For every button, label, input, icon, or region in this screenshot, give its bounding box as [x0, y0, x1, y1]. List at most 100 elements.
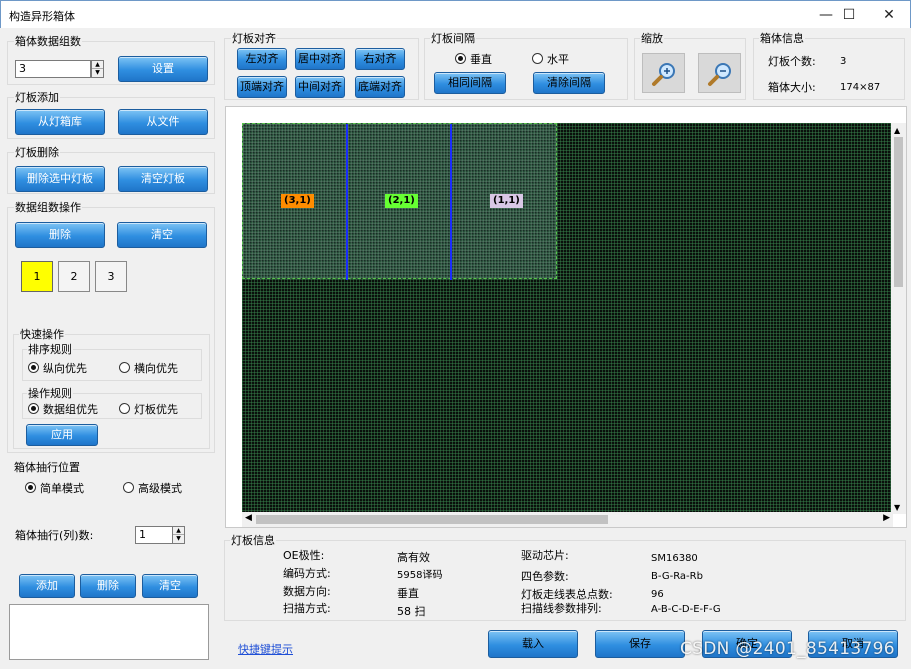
- align-middle-button[interactable]: 中间对齐: [295, 76, 345, 98]
- canvas-vertical-scrollbar[interactable]: ▲ ▼: [891, 123, 906, 514]
- box-size-value: 174×87: [840, 82, 881, 93]
- layout-canvas[interactable]: (3,1) (2,1) (1,1) ▲ ▼ ◀ ▶: [225, 106, 907, 528]
- panel-delete-group: 灯板删除 删除选中灯板 清空灯板: [7, 147, 215, 194]
- panel-label-1-1[interactable]: (1,1): [490, 194, 523, 208]
- op-panel-radio[interactable]: 灯板优先: [119, 403, 178, 417]
- box-data-group-title: 箱体数据组数: [14, 35, 82, 48]
- extract-clear-button[interactable]: 清空: [142, 574, 198, 598]
- scroll-thumb[interactable]: [256, 515, 608, 524]
- maximize-icon[interactable]: ☐: [827, 1, 871, 29]
- advanced-mode-label: 高级模式: [138, 482, 182, 495]
- oe-polarity-label: OE极性:: [283, 549, 325, 562]
- scroll-right-icon[interactable]: ▶: [883, 513, 890, 523]
- window-title: 构造异形箱体: [9, 10, 75, 23]
- extract-title: 箱体抽行位置: [13, 461, 81, 474]
- close-icon[interactable]: ✕: [867, 1, 911, 29]
- panel-divider: [450, 124, 452, 280]
- quick-ops-group: 快速操作 排序规则 纵向优先 横向优先 操作规则 数据组优先 灯板优先 应用: [13, 329, 210, 449]
- clear-panels-button[interactable]: 清空灯板: [118, 166, 208, 192]
- spacing-horizontal-label: 水平: [547, 53, 569, 66]
- from-file-button[interactable]: 从文件: [118, 109, 208, 135]
- scroll-up-icon[interactable]: ▲: [894, 126, 900, 135]
- panel-info-title: 灯板信息: [230, 534, 276, 547]
- panel-add-group: 灯板添加 从灯箱库 从文件: [7, 92, 215, 139]
- box-info-title: 箱体信息: [759, 32, 805, 45]
- panel-info-group: 灯板信息 OE极性: 高有效 编码方式: 5958译码 数据方向: 垂直 扫描方…: [224, 535, 906, 621]
- load-button[interactable]: 载入: [488, 630, 578, 658]
- data-group-ops: 数据组数操作 删除 清空 1 2 3 快速操作 排序规则 纵向优先 横向优先 操…: [7, 202, 215, 453]
- scroll-down-icon[interactable]: ▼: [894, 503, 900, 512]
- scroll-thumb[interactable]: [894, 137, 903, 287]
- encoding-value: 5958译码: [397, 570, 443, 581]
- op-data-group-radio[interactable]: 数据组优先: [28, 403, 98, 417]
- zoom-out-icon[interactable]: [698, 53, 741, 93]
- from-library-button[interactable]: 从灯箱库: [15, 109, 105, 135]
- box-data-group-stepper[interactable]: ▲ ▼: [91, 60, 104, 78]
- extract-rows-stepper[interactable]: ▲ ▼: [172, 526, 185, 544]
- box-size-label: 箱体大小:: [768, 81, 816, 94]
- extract-group: 箱体抽行位置 简单模式 高级模式 箱体抽行(列)数: 1 ▲ ▼ 添加 删除 清空: [7, 462, 215, 662]
- trace-points-value: 96: [651, 589, 664, 600]
- encoding-label: 编码方式:: [283, 567, 331, 580]
- spacing-group: 灯板间隔 垂直 水平 相同间隔 清除间隔: [424, 33, 628, 100]
- led-grid[interactable]: (3,1) (2,1) (1,1): [242, 123, 893, 514]
- panel-count-value: 3: [840, 56, 847, 67]
- led-panel-block[interactable]: (3,1) (2,1) (1,1): [242, 123, 557, 280]
- delete-selected-panel-button[interactable]: 删除选中灯板: [15, 166, 105, 192]
- sort-rule-title: 排序规则: [27, 343, 73, 356]
- panel-divider: [346, 124, 348, 280]
- save-button[interactable]: 保存: [595, 630, 685, 658]
- same-spacing-button[interactable]: 相同间隔: [434, 72, 506, 94]
- op-data-group-label: 数据组优先: [43, 403, 98, 416]
- oe-polarity-value: 高有效: [397, 551, 430, 564]
- box-data-group-input[interactable]: 3: [15, 60, 91, 78]
- data-group-tile[interactable]: 1: [21, 261, 53, 292]
- zoom-in-icon[interactable]: [642, 53, 685, 93]
- panel-count-label: 灯板个数:: [768, 55, 816, 68]
- zoom-title: 缩放: [640, 32, 664, 45]
- sort-vertical-radio[interactable]: 纵向优先: [28, 362, 87, 376]
- sort-horizontal-radio[interactable]: 横向优先: [119, 362, 178, 376]
- delete-data-group-button[interactable]: 删除: [15, 222, 105, 248]
- data-direction-value: 垂直: [397, 587, 419, 600]
- extract-list[interactable]: [9, 604, 209, 660]
- sort-vertical-label: 纵向优先: [43, 362, 87, 375]
- set-button[interactable]: 设置: [118, 56, 208, 82]
- clear-spacing-button[interactable]: 清除间隔: [533, 72, 605, 94]
- spacing-vertical-radio[interactable]: 垂直: [455, 53, 492, 67]
- align-top-button[interactable]: 顶端对齐: [237, 76, 287, 98]
- align-center-button[interactable]: 居中对齐: [295, 48, 345, 70]
- data-direction-label: 数据方向:: [283, 585, 331, 598]
- op-rule-group: 操作规则 数据组优先 灯板优先: [22, 388, 202, 419]
- extract-delete-button[interactable]: 删除: [80, 574, 136, 598]
- scan-mode-value: 58 扫: [397, 605, 426, 618]
- watermark: CSDN @2401_85413796: [680, 639, 895, 659]
- shortcut-hint-link[interactable]: 快捷键提示: [238, 641, 293, 657]
- clear-data-group-button[interactable]: 清空: [117, 222, 207, 248]
- data-group-tile[interactable]: 2: [58, 261, 90, 292]
- canvas-horizontal-scrollbar[interactable]: ◀ ▶: [242, 512, 893, 527]
- align-left-button[interactable]: 左对齐: [237, 48, 287, 70]
- title-bar: 构造异形箱体 — ☐ ✕: [0, 0, 911, 28]
- panel-label-2-1[interactable]: (2,1): [385, 194, 418, 208]
- sort-rule-group: 排序规则 纵向优先 横向优先: [22, 344, 202, 381]
- panel-label-3-1[interactable]: (3,1): [281, 194, 314, 208]
- extract-rows-input[interactable]: 1: [135, 526, 173, 544]
- box-info-group: 箱体信息 灯板个数: 3 箱体大小: 174×87: [753, 33, 905, 100]
- op-panel-label: 灯板优先: [134, 403, 178, 416]
- scan-mode-label: 扫描方式:: [283, 602, 331, 615]
- align-bottom-button[interactable]: 底端对齐: [355, 76, 405, 98]
- panel-add-title: 灯板添加: [14, 91, 60, 104]
- spacing-horizontal-radio[interactable]: 水平: [532, 53, 569, 67]
- driver-chip-label: 驱动芯片:: [521, 549, 569, 562]
- simple-mode-radio[interactable]: 简单模式: [25, 482, 84, 496]
- scroll-left-icon[interactable]: ◀: [245, 513, 252, 523]
- sort-horizontal-label: 横向优先: [134, 362, 178, 375]
- align-right-button[interactable]: 右对齐: [355, 48, 405, 70]
- apply-button[interactable]: 应用: [26, 424, 98, 446]
- extract-add-button[interactable]: 添加: [19, 574, 75, 598]
- zoom-group: 缩放: [634, 33, 746, 100]
- advanced-mode-radio[interactable]: 高级模式: [123, 482, 182, 496]
- data-group-tile[interactable]: 3: [95, 261, 127, 292]
- trace-points-label: 灯板走线表总点数:: [521, 588, 613, 601]
